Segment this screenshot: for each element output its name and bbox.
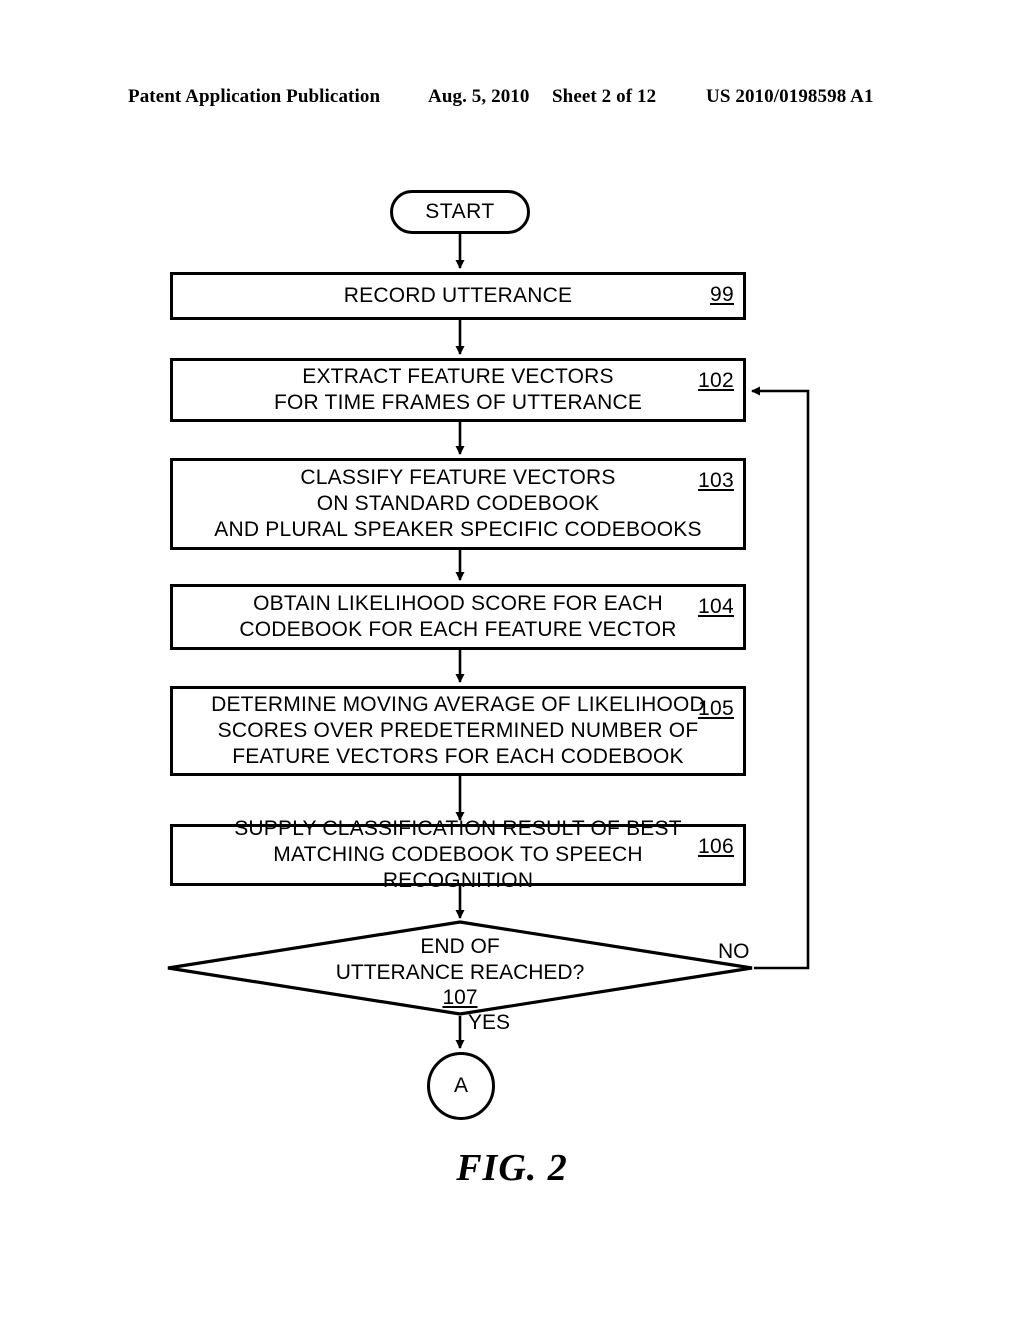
reference-number-106: 106 (698, 835, 734, 858)
process-box-text: CLASSIFY FEATURE VECTORS ON STANDARD COD… (214, 466, 702, 541)
process-box-obtain-likelihood-score[interactable]: OBTAIN LIKELIHOOD SCORE FOR EACH CODEBOO… (170, 584, 746, 650)
process-box-supply-classification-result[interactable]: SUPPLY CLASSIFICATION RESULT OF BEST MAT… (170, 817, 746, 892)
process-box-text: SUPPLY CLASSIFICATION RESULT OF BEST MAT… (234, 817, 682, 892)
process-box-text: OBTAIN LIKELIHOOD SCORE FOR EACH CODEBOO… (239, 592, 677, 641)
reference-number-102: 102 (698, 369, 734, 392)
offpage-connector-a[interactable]: A (427, 1052, 495, 1120)
feedback-loop-no-to-102 (751, 386, 810, 970)
process-box-text: RECORD UTTERANCE (343, 284, 573, 307)
process-box-classify-feature-vectors[interactable]: CLASSIFY FEATURE VECTORS ON STANDARD COD… (170, 458, 746, 550)
reference-number-104: 104 (698, 595, 734, 618)
reference-number-105: 105 (698, 697, 734, 720)
reference-number-103: 103 (698, 469, 734, 492)
process-box-text: DETERMINE MOVING AVERAGE OF LIKELIHOOD S… (211, 693, 705, 768)
process-box-record-utterance[interactable]: RECORD UTTERANCE 99 (170, 272, 746, 320)
process-box-text: EXTRACT FEATURE VECTORS FOR TIME FRAMES … (273, 365, 643, 414)
process-box-extract-feature-vectors[interactable]: EXTRACT FEATURE VECTORS FOR TIME FRAMES … (170, 358, 746, 422)
flowchart-diagram: START RECORD UTTERANCE 99 EXTRACT FEATUR… (0, 0, 1024, 1320)
start-label: START (425, 200, 495, 223)
decision-diamond-end-of-utterance[interactable]: END OF UTTERANCE REACHED? 107 (166, 920, 754, 1016)
reference-number-99: 99 (710, 283, 734, 306)
start-terminator[interactable]: START (390, 190, 530, 234)
figure-caption: FIG. 2 (456, 1147, 568, 1189)
connector-label: A (453, 1074, 468, 1097)
decision-label: END OF UTTERANCE REACHED? (335, 935, 585, 984)
reference-number-107: 107 (442, 986, 478, 1009)
branch-label-yes: YES (468, 1011, 511, 1034)
process-box-determine-moving-average[interactable]: DETERMINE MOVING AVERAGE OF LIKELIHOOD S… (170, 686, 746, 776)
branch-label-no: NO (718, 940, 750, 963)
